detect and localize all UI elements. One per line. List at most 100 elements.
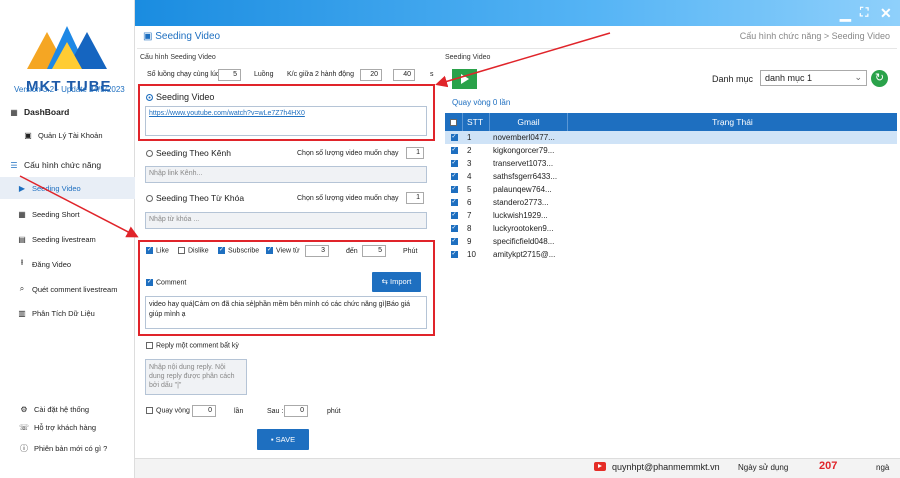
sidebar-item-dashboard[interactable]: ▦ DashBoard <box>0 101 135 123</box>
table-row[interactable]: 2 kigkongorcer79... <box>445 144 897 157</box>
column-header[interactable]: Gmail <box>490 113 568 131</box>
reply-checkbox[interactable]: Reply một comment bất kỳ <box>146 342 239 349</box>
days-unit: ngà <box>876 463 890 472</box>
loop-checkbox[interactable]: Quay vòng : <box>146 407 194 414</box>
sidebar-item-seeding-video[interactable]: ▶ Seeding Video <box>0 177 135 199</box>
section-label: Cấu hình Seeding Video <box>140 54 216 61</box>
row-stt: 9 <box>467 237 472 246</box>
sidebar-item-label: DashBoard <box>24 107 70 117</box>
sidebar-item-accounts[interactable]: ▣ Quản Lý Tài Khoản <box>0 124 135 146</box>
sidebar-item-label: Phiên bản mới có gì ? <box>34 443 108 453</box>
radio-label: Seeding Theo Từ Khóa <box>156 193 245 203</box>
account-icon: ▣ <box>24 130 32 140</box>
refresh-icon[interactable]: ↻ <box>871 70 888 87</box>
mkt-tube-logo <box>27 26 107 69</box>
after-unit: phút <box>327 408 341 415</box>
sidebar-item-seeding-short[interactable]: ▦ Seeding Short <box>0 203 135 225</box>
sidebar-item-label: Seeding Short <box>32 209 80 219</box>
sidebar-item-seeding-livestream[interactable]: ▤ Seeding livestream <box>0 228 135 250</box>
category-label: Danh mục <box>712 74 754 84</box>
channel-link-input[interactable]: Nhập link Kênh... <box>145 166 427 183</box>
row-stt: 1 <box>467 133 472 142</box>
usage-label: Ngày sử dụng <box>738 463 789 472</box>
scan-icon: ⌕ <box>19 284 25 293</box>
table-row[interactable]: 1 novemberl0477... <box>445 131 897 144</box>
select-all-checkbox[interactable] <box>445 113 463 131</box>
close-icon[interactable]: ✕ <box>880 5 892 22</box>
row-checkbox[interactable] <box>445 172 463 181</box>
row-checkbox[interactable] <box>445 133 463 142</box>
highlight-box <box>138 84 435 141</box>
minimize-icon[interactable]: ▁ <box>840 5 851 22</box>
sidebar-item-label: Quản Lý Tài Khoản <box>38 130 103 140</box>
radio-seeding-keyword[interactable]: Seeding Theo Từ Khóa <box>146 193 244 203</box>
keyword-count-stepper[interactable]: 1 <box>406 192 424 204</box>
row-checkbox[interactable] <box>445 224 463 233</box>
row-checkbox[interactable] <box>445 211 463 220</box>
checkbox-label: Reply một comment bất kỳ <box>156 342 239 350</box>
row-stt: 2 <box>467 146 472 155</box>
category-select[interactable]: danh mục 1 ⌄ <box>760 70 867 86</box>
restore-icon[interactable]: ⛶ <box>860 5 868 20</box>
delay-from-stepper[interactable]: 20 <box>360 69 382 81</box>
sidebar-item-support[interactable]: ☏ Hỗ trợ khách hàng <box>0 416 135 438</box>
loop-stepper[interactable]: 0 <box>192 405 216 417</box>
radio-seeding-channel[interactable]: Seeding Theo Kênh <box>146 148 231 158</box>
table-row[interactable]: 5 palaunqew764... <box>445 183 897 196</box>
table-row[interactable]: 8 luckyrootoken9... <box>445 222 897 235</box>
version-text: Version 3.2 - Update 24/5/2023 <box>14 85 125 94</box>
gear-icon: ⚙ <box>20 404 28 414</box>
checkbox-checked-icon <box>450 185 458 194</box>
streams-stepper[interactable]: 5 <box>218 69 241 81</box>
sidebar-item-whats-new[interactable]: ⓘ Phiên bản mới có gì ? <box>0 437 135 459</box>
row-stt: 5 <box>467 185 472 194</box>
row-gmail: luckyrootoken9... <box>493 224 554 233</box>
row-checkbox[interactable] <box>445 146 463 155</box>
delay-to-stepper[interactable]: 40 <box>393 69 415 81</box>
radio-icon <box>146 150 153 158</box>
row-checkbox[interactable] <box>445 198 463 207</box>
keyword-count-label: Chọn số lượng video muốn chạy <box>297 195 399 202</box>
row-gmail: luckwish1929... <box>493 211 548 220</box>
save-button[interactable]: ▪ SAVE <box>257 429 309 450</box>
sidebar-item-analytics[interactable]: ▥ Phân Tích Dữ Liệu <box>0 302 135 324</box>
checkbox-icon <box>146 407 153 414</box>
checkbox-icon <box>450 118 457 126</box>
play-icon: ▶ <box>18 183 26 193</box>
checkbox-checked-icon <box>450 172 458 181</box>
title-bar: ▁ ⛶ ✕ <box>135 0 900 26</box>
info-icon: ⓘ <box>20 443 28 453</box>
sidebar-item-upload-video[interactable]: ⭱ Đăng Video <box>0 253 135 275</box>
row-gmail: sathsfsgerr6433... <box>493 172 558 181</box>
row-checkbox[interactable] <box>445 159 463 168</box>
table-row[interactable]: 3 transervet1073... <box>445 157 897 170</box>
checkbox-label: Quay vòng : <box>156 407 194 415</box>
sidebar-item-label: Seeding Video <box>32 183 81 193</box>
dashboard-icon: ▦ <box>10 107 18 117</box>
row-checkbox[interactable] <box>445 250 463 259</box>
after-stepper[interactable]: 0 <box>284 405 308 417</box>
channel-count-stepper[interactable]: 1 <box>406 147 424 159</box>
divider <box>137 48 897 49</box>
column-header[interactable]: Trạng Thái <box>568 117 897 127</box>
column-header[interactable]: STT <box>463 113 490 131</box>
row-checkbox[interactable] <box>445 237 463 246</box>
radio-label: Seeding Theo Kênh <box>156 148 231 158</box>
save-label: SAVE <box>275 435 296 444</box>
sidebar-item-config[interactable]: ☰ Cấu hình chức năng <box>0 154 135 176</box>
table-row[interactable]: 4 sathsfsgerr6433... <box>445 170 897 183</box>
play-button[interactable] <box>452 69 477 89</box>
table-row[interactable]: 9 specificfield048... <box>445 235 897 248</box>
checkbox-checked-icon <box>450 146 458 155</box>
table-row[interactable]: 10 amitykpt2715@... <box>445 248 897 261</box>
reply-textarea[interactable]: Nhập nội dung reply. Nội dung reply được… <box>145 359 247 395</box>
config-icon: ☰ <box>10 160 18 170</box>
table-row[interactable]: 7 luckwish1929... <box>445 209 897 222</box>
sidebar-item-scan-comments[interactable]: ⌕ Quét comment livestream <box>0 278 135 300</box>
live-icon: ▤ <box>18 234 26 244</box>
keyword-input[interactable]: Nhập từ khóa ... <box>145 212 427 229</box>
table-row[interactable]: 6 standero2773... <box>445 196 897 209</box>
row-stt: 3 <box>467 159 472 168</box>
row-checkbox[interactable] <box>445 185 463 194</box>
checkbox-icon <box>146 342 153 349</box>
